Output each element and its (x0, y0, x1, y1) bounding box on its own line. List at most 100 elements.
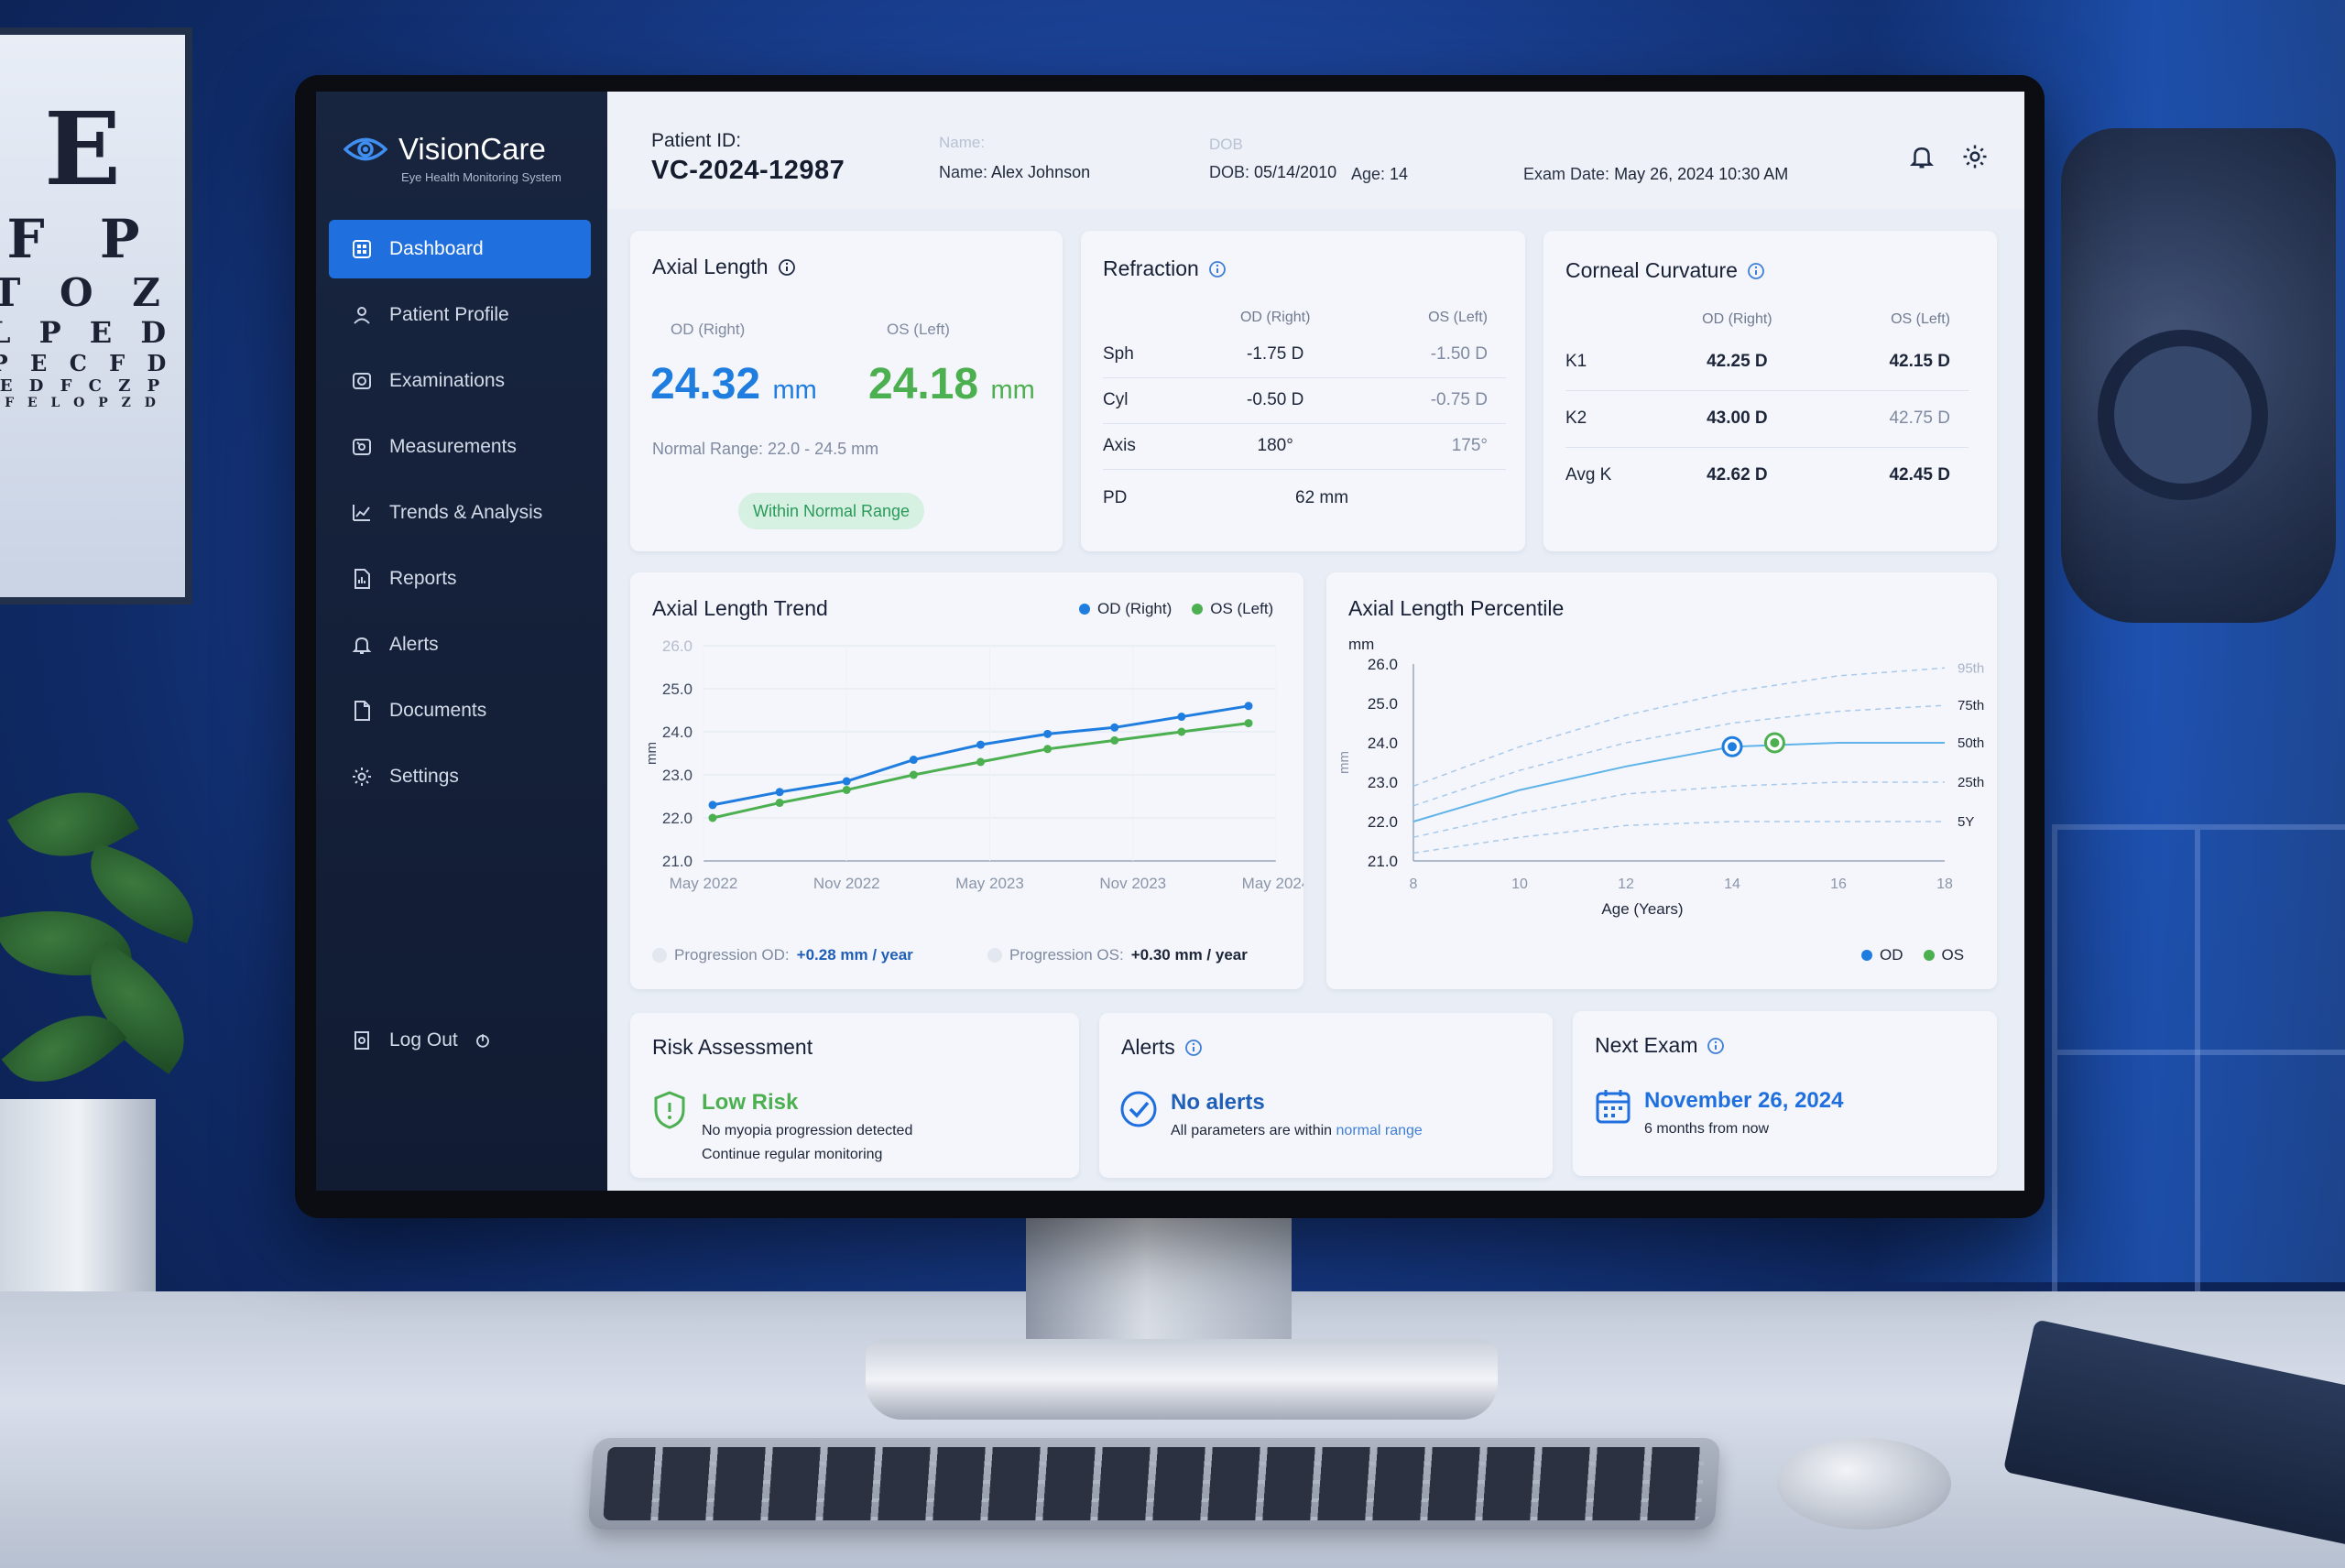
data-point (708, 813, 717, 822)
info-icon[interactable] (778, 258, 796, 277)
patient-age: Age: 14 (1351, 165, 1409, 183)
y-tick-label: 24.0 (1368, 735, 1398, 752)
table-row: K2 43.00 D 42.75 D (1565, 390, 1969, 448)
data-point (708, 800, 717, 810)
info-icon[interactable] (1208, 260, 1227, 278)
percentile-label: 25th (1958, 775, 1984, 790)
data-point (1244, 719, 1253, 728)
app-logo[interactable]: VisionCare (344, 132, 546, 167)
percentile-curve-95th (1412, 667, 1946, 788)
refraction-title: Refraction (1103, 256, 1227, 281)
info-icon[interactable] (1184, 1039, 1203, 1057)
row-os: -0.75 D (1347, 377, 1506, 424)
notification-bell-icon[interactable] (1908, 143, 1936, 170)
row-od: 43.00 D (1666, 390, 1808, 448)
axial-od-value: 24.32 mm (650, 360, 817, 408)
plant (0, 751, 212, 1136)
mouse (1777, 1438, 1951, 1530)
data-point-OD (1728, 742, 1737, 752)
percentile-label: 95th (1958, 660, 1984, 676)
corneal-col-os: OS (Left) (1891, 311, 1950, 327)
x-tick-label: 8 (1410, 877, 1418, 892)
sidebar-item-dashboard[interactable]: Dashboard (329, 220, 591, 278)
info-icon[interactable] (1707, 1037, 1725, 1055)
patient-id-label: Patient ID: (651, 130, 742, 151)
trend-chart: 21.0 22.0 23.0 24.0 25.0 26.0 mm May 2022 Nov 20… (644, 637, 1303, 892)
x-tick-label: May 2022 (670, 875, 738, 892)
row-label: Cyl (1103, 377, 1204, 424)
name-faint-label: Name: (939, 134, 986, 151)
x-tick-label: 12 (1618, 877, 1634, 892)
sidebar-item-label: Dashboard (389, 238, 484, 259)
y-tick-label: 25.0 (662, 681, 693, 698)
sidebar-item-documents[interactable]: Documents (329, 681, 591, 740)
risk-title: Risk Assessment (652, 1035, 813, 1059)
ophthalmic-device (2061, 128, 2336, 623)
y-tick-label: 26.0 (1368, 656, 1398, 673)
trend-icon (353, 505, 370, 521)
row-od: -1.75 D (1204, 332, 1347, 378)
row-label: K2 (1565, 390, 1666, 448)
patient-dob: DOB: 05/14/2010 (1209, 163, 1337, 181)
sidebar-nav: Dashboard Patient Profile Examinations M… (329, 220, 591, 813)
sidebar-item-label: Trends & Analysis (389, 502, 543, 523)
x-tick-label: Nov 2023 (1099, 875, 1166, 892)
shield-icon (654, 1091, 685, 1129)
y-axis-unit: mm (1348, 636, 1374, 653)
monitor-stand-base (866, 1339, 1498, 1420)
percentile-label: 5Y (1958, 814, 1974, 830)
sidebar-item-patient-profile[interactable]: Patient Profile (329, 286, 591, 344)
alerts-status: No alerts (1171, 1090, 1265, 1115)
user-icon (354, 307, 370, 324)
bell-icon (352, 637, 372, 654)
row-od: -0.50 D (1204, 377, 1347, 424)
y-tick-label: 25.0 (1368, 695, 1398, 713)
alerts-line: All parameters are within normal range (1171, 1123, 1423, 1138)
sidebar-item-label: Alerts (389, 634, 439, 655)
row-label: Sph (1103, 332, 1204, 378)
risk-status: Low Risk (702, 1090, 799, 1115)
calendar-icon (1596, 1090, 1631, 1124)
axial-length-trend-card: Axial Length Trend OD (Right) OS (Left) … (630, 572, 1303, 989)
logout-label: Log Out (389, 1029, 458, 1051)
axial-od-label: OD (Right) (671, 321, 746, 338)
data-point (1177, 727, 1186, 736)
alerts-title: Alerts (1121, 1035, 1203, 1060)
y-tick-label: 23.0 (1368, 774, 1398, 791)
corneal-table: OD (Right) OS (Left) K1 42.25 D 42.15 D … (1565, 306, 1969, 504)
sidebar-item-reports[interactable]: Reports (329, 550, 591, 608)
normal-range-badge: Within Normal Range (738, 493, 925, 529)
percentile-label: 50th (1958, 735, 1984, 751)
app-screen: VisionCare Eye Health Monitoring System … (316, 92, 2024, 1191)
sidebar-item-measurements[interactable]: Measurements (329, 418, 591, 476)
data-point (1043, 745, 1053, 754)
x-tick-label: May 2023 (955, 875, 1024, 892)
refraction-card: Refraction OD (Right) OS (Left) Sph -1.7… (1081, 231, 1525, 551)
row-os: 42.15 D (1807, 333, 1969, 391)
keyboard (587, 1438, 1721, 1530)
legend-os-dot (1923, 950, 1935, 961)
axial-length-title: Axial Length (652, 255, 796, 279)
logout-icon (475, 1034, 489, 1048)
trend-title: Axial Length Trend (652, 596, 828, 620)
logout-button[interactable]: Log Out (351, 1029, 491, 1051)
app-subtitle: Eye Health Monitoring System (401, 170, 562, 184)
sidebar-item-alerts[interactable]: Alerts (329, 615, 591, 674)
sidebar-item-trends[interactable]: Trends & Analysis (329, 484, 591, 542)
sidebar-item-examinations[interactable]: Examinations (329, 352, 591, 410)
sidebar-item-settings[interactable]: Settings (329, 747, 591, 806)
axial-length-percentile-card: Axial Length Percentile mm mm 21.0 22.0 23.0… (1326, 572, 1997, 989)
info-icon[interactable] (1747, 262, 1765, 280)
check-circle-icon (1120, 1091, 1157, 1127)
corneal-col-od: OD (Right) (1702, 311, 1772, 327)
y-axis-label: mm (644, 742, 660, 765)
x-tick-label: Nov 2022 (813, 875, 880, 892)
row-od: 180° (1204, 423, 1347, 470)
risk-assessment-card: Risk Assessment Low Risk No myopia progr… (630, 1013, 1079, 1178)
settings-gear-icon[interactable] (1961, 143, 1989, 170)
data-point (842, 777, 851, 786)
axial-length-card: Axial Length OD (Right) OS (Left) 24.32 … (630, 231, 1063, 551)
risk-line-1: No myopia progression detected (702, 1123, 913, 1138)
x-tick-label: 16 (1830, 877, 1847, 892)
data-point (909, 770, 918, 779)
